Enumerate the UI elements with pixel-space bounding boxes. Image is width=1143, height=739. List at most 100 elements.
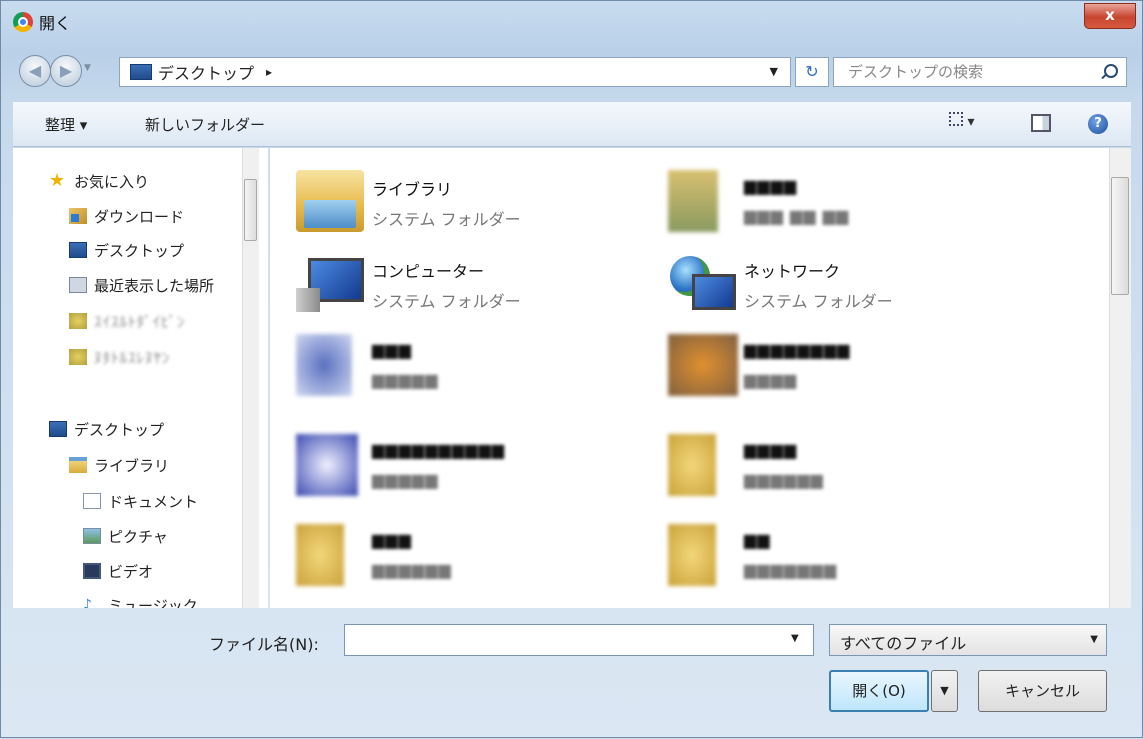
sidebar-item-label: ミュージック [108,596,198,609]
tile-name: コンピューター [372,262,485,281]
documents-icon [83,493,101,509]
forward-button[interactable]: ▶ [50,55,82,87]
sidebar-item-label: ピクチャ [108,527,168,546]
breadcrumb-separator[interactable]: ▸ [266,65,272,79]
sidebar-item-documents[interactable]: ドキュメント [83,488,198,514]
videos-icon [83,563,101,579]
open-button[interactable]: 開く(O) [829,670,929,712]
address-text: デスクトップ [158,64,255,83]
dialog-footer: ファイル名(N): ▼ すべてのファイル ▼ 開く(O) ▼ キャンセル [1,609,1143,739]
file-type-value: すべてのファイル [840,634,967,653]
cancel-button[interactable]: キャンセル [978,670,1107,712]
chrome-logo-icon [13,12,33,32]
downloads-folder-icon [69,208,87,224]
sidebar-item-blurred-1[interactable]: ｽｲｽﾙﾄﾀﾞｲﾋﾞﾝ [69,308,186,334]
file-tile-blurred-6[interactable]: ▆▆ ▆▆▆▆▆▆▆ [668,520,1018,595]
tile-type: システム フォルダー [744,292,893,311]
sidebar-scrollbar-thumb[interactable] [244,179,257,241]
sidebar-item-desktop-root[interactable]: デスクトップ [49,416,164,442]
tile-name: ▆▆ [744,530,771,549]
back-button[interactable]: ◀ [19,55,51,87]
tile-name: ▆▆▆▆ [744,176,798,195]
blurred-shortcut-icon [296,434,358,496]
view-options-icon [949,112,963,126]
refresh-button[interactable]: ↻ [795,57,829,87]
file-tile-blurred-3[interactable]: ▆▆▆▆▆▆▆▆▆▆ ▆▆▆▆▆ [296,430,646,505]
sidebar-item-label: ダウンロード [94,207,185,226]
search-input[interactable] [834,58,1094,86]
sidebar-item-blurred-2[interactable]: ﾇﾀﾄﾙｽﾚﾇﾔﾝ [69,344,171,370]
preview-pane-button[interactable] [1031,114,1051,132]
tile-name: ▆▆▆ [372,530,412,549]
blurred-folder-icon [668,524,716,586]
tile-type: ▆▆▆▆▆ [372,370,439,389]
sidebar-item-videos[interactable]: ビデオ [83,558,153,584]
view-options-dropdown: ▾ [967,114,975,130]
tile-type: ▆▆▆▆▆▆▆ [744,560,838,579]
sidebar-item-label: デスクトップ [94,241,185,260]
file-tile-blurred-1[interactable]: ▆▆▆ ▆▆▆▆▆ [296,330,646,405]
pictures-icon [83,528,101,544]
sidebar-item-label: お気に入り [74,172,150,191]
file-tile-blurred-5[interactable]: ▆▆▆ ▆▆▆▆▆▆ [296,520,646,595]
sidebar-item-music[interactable]: ♪ ミュージック [83,592,198,609]
search-icon[interactable] [1104,64,1118,78]
file-tile-user[interactable]: ▆▆▆▆ ▆▆▆ ▆▆ ▆▆ [668,166,1018,241]
sidebar-item-label: ライブラリ [94,456,170,475]
file-list-pane: ライブラリ システム フォルダー ▆▆▆▆ ▆▆▆ ▆▆ ▆▆ コンピューター … [270,148,1109,608]
window-title: 開く [39,14,72,33]
blurred-folder-icon [296,524,344,586]
library-folder-icon [296,170,364,232]
help-button[interactable]: ? [1088,114,1108,134]
open-options-dropdown[interactable]: ▼ [931,670,958,712]
tile-type: ▆▆▆▆ [744,370,798,389]
tile-type: ▆▆▆ ▆▆ ▆▆ [744,206,850,225]
desktop-icon [69,242,87,258]
navigation-pane: ★ お気に入り ダウンロード デスクトップ 最近表示した場所 ｽｲｽﾙﾄﾀﾞｲﾋﾞ… [13,148,269,608]
tile-name: ▆▆▆▆▆▆▆▆ [744,340,851,359]
blurred-image-icon [668,334,738,396]
sidebar-item-recent-places[interactable]: 最近表示した場所 [69,272,214,298]
filename-dropdown-arrow[interactable]: ▼ [791,633,799,644]
recent-places-icon [69,277,87,293]
close-button[interactable]: x [1084,3,1136,29]
sidebar-item-favorites[interactable]: ★ お気に入り [49,168,149,194]
tile-type: システム フォルダー [372,210,521,229]
tile-name: ネットワーク [744,262,841,281]
filename-input[interactable] [344,624,814,656]
view-options-button[interactable]: ▾ [949,112,1003,136]
sidebar-item-label: ｽｲｽﾙﾄﾀﾞｲﾋﾞﾝ [94,312,186,331]
recent-locations-dropdown[interactable]: ▼ [84,63,91,73]
file-type-select[interactable]: すべてのファイル ▼ [829,624,1107,656]
blurred-folder-icon [668,434,716,496]
file-tile-network[interactable]: ネットワーク システム フォルダー [668,248,1018,323]
file-tile-libraries[interactable]: ライブラリ システム フォルダー [296,166,646,241]
content-scrollbar-thumb[interactable] [1111,177,1129,295]
navigation-bar: ◀ ▶ ▼ デスクトップ ▸ ▼ ↻ [19,51,1127,91]
tile-name: ▆▆▆▆ [744,440,798,459]
open-file-dialog: 開く x ◀ ▶ ▼ デスクトップ ▸ ▼ ↻ 整理 ▾ 新しいフォルダー ▾ … [0,0,1143,738]
address-dropdown[interactable]: ▼ [770,65,778,78]
file-tile-blurred-2[interactable]: ▆▆▆▆▆▆▆▆ ▆▆▆▆ [668,330,1018,405]
organize-button[interactable]: 整理 ▾ [45,114,87,135]
sidebar-item-pictures[interactable]: ピクチャ [83,523,168,549]
sidebar-item-libraries[interactable]: ライブラリ [69,452,169,478]
sidebar-item-desktop[interactable]: デスクトップ [69,237,184,263]
file-tile-blurred-4[interactable]: ▆▆▆▆ ▆▆▆▆▆▆ [668,430,1018,505]
sidebar-item-label: ﾇﾀﾄﾙｽﾚﾇﾔﾝ [94,348,171,367]
desktop-icon [130,64,152,80]
chevron-down-icon: ▼ [1090,634,1098,645]
tile-type: ▆▆▆▆▆ [372,470,439,489]
tile-type: ▆▆▆▆▆▆ [744,470,824,489]
file-tile-computer[interactable]: コンピューター システム フォルダー [296,248,646,323]
tile-type: ▆▆▆▆▆▆ [372,560,452,579]
sidebar-item-label: ドキュメント [108,492,199,511]
sidebar-item-downloads[interactable]: ダウンロード [69,203,184,229]
blurred-shortcut-icon [296,334,352,396]
new-folder-button[interactable]: 新しいフォルダー [145,114,265,135]
blurred-user-icon [668,170,718,232]
address-bar[interactable]: デスクトップ ▸ ▼ [119,57,791,87]
blurred-folder-icon [69,313,87,329]
sidebar-item-label: 最近表示した場所 [94,276,215,295]
sidebar-item-label: デスクトップ [74,420,165,439]
